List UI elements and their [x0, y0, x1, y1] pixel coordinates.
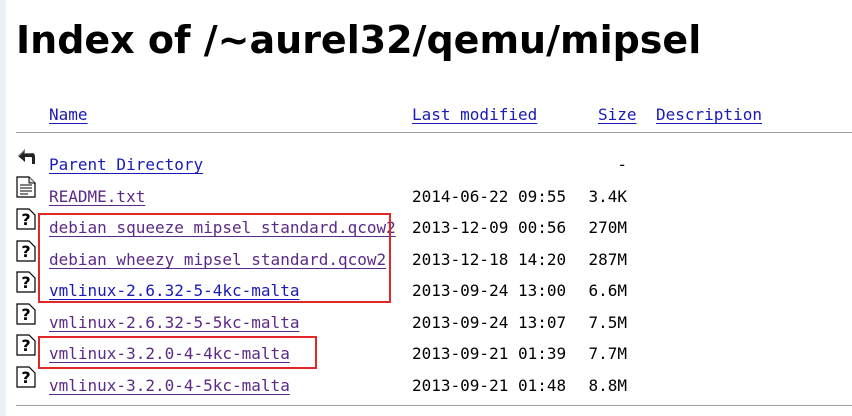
unknown-file-icon: ? — [16, 366, 36, 388]
sort-by-description-link[interactable]: Description — [656, 105, 762, 124]
unknown-file-icon: ? — [16, 303, 36, 325]
last-modified-value: 2013-09-24 13:07 — [412, 313, 567, 332]
back-arrow-icon — [18, 149, 35, 164]
footer-divider — [16, 405, 852, 406]
file-size: 7.5M — [588, 313, 627, 332]
svg-text:?: ? — [21, 273, 30, 292]
unknown-file-icon: ? — [16, 208, 36, 230]
file-size: 8.8M — [588, 376, 627, 395]
list-item[interactable]: Parent Directory — [49, 155, 203, 175]
file-size: 6.6M — [588, 281, 627, 300]
list-item[interactable]: README.txt — [49, 187, 145, 207]
svg-text:?: ? — [21, 305, 30, 324]
sort-by-last-modified-link[interactable]: Last modified — [412, 105, 537, 124]
list-item[interactable]: vmlinux-2.6.32-5-5kc-malta — [49, 313, 299, 333]
svg-text:?: ? — [21, 368, 30, 387]
highlight-box-single — [38, 336, 317, 369]
list-item[interactable]: vmlinux-3.2.0-4-5kc-malta — [49, 376, 290, 396]
column-header-description[interactable]: Description — [656, 105, 762, 125]
file-size: 7.7M — [588, 344, 627, 363]
file-size: 270M — [588, 218, 627, 237]
last-modified-value: 2013-09-21 01:39 — [412, 344, 567, 363]
unknown-file-icon: ? — [16, 334, 36, 356]
file-link-vmlinux-2-6-32-5kc[interactable]: vmlinux-2.6.32-5-5kc-malta — [49, 313, 299, 332]
file-size: 3.4K — [588, 187, 627, 206]
column-header-size[interactable]: Size — [598, 105, 637, 125]
unknown-file-icon: ? — [16, 240, 36, 262]
sort-by-name-link[interactable]: Name — [49, 105, 88, 124]
header-divider — [16, 132, 852, 133]
last-modified-value: 2013-12-09 00:56 — [412, 218, 567, 237]
last-modified-value: 2013-09-24 13:00 — [412, 281, 567, 300]
unknown-file-icon: ? — [16, 271, 36, 293]
page-title: Index of /~aurel32/qemu/mipsel — [16, 18, 702, 62]
svg-text:?: ? — [21, 336, 30, 355]
svg-text:?: ? — [21, 242, 30, 261]
file-link-vmlinux-3-2-0-5kc[interactable]: vmlinux-3.2.0-4-5kc-malta — [49, 376, 290, 395]
svg-text:?: ? — [21, 210, 30, 229]
left-edge-strip — [0, 0, 6, 416]
file-size: - — [617, 155, 627, 174]
file-size: 287M — [588, 250, 627, 269]
file-link-readme[interactable]: README.txt — [49, 187, 145, 206]
highlight-box-group — [38, 213, 391, 303]
last-modified-value: 2013-12-18 14:20 — [412, 250, 567, 269]
last-modified-value: 2014-06-22 09:55 — [412, 187, 567, 206]
column-header-name[interactable]: Name — [49, 105, 88, 125]
parent-directory-link[interactable]: Parent Directory — [49, 155, 203, 174]
sort-by-size-link[interactable]: Size — [598, 105, 637, 124]
column-header-last-modified[interactable]: Last modified — [412, 105, 537, 125]
text-file-icon — [16, 176, 36, 198]
last-modified-value: 2013-09-21 01:48 — [412, 376, 567, 395]
